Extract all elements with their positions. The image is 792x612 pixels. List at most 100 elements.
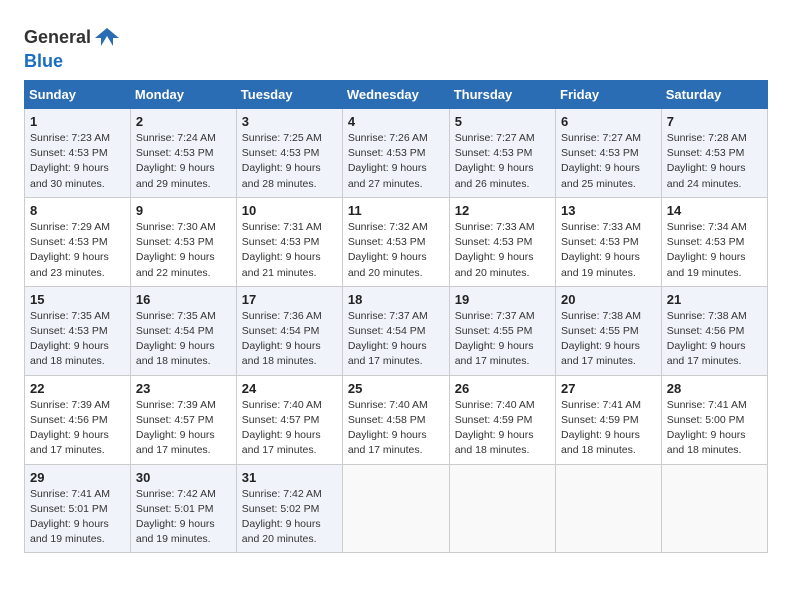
calendar-cell: 9 Sunrise: 7:30 AM Sunset: 4:53 PM Daylig…	[130, 197, 236, 286]
calendar-cell: 21 Sunrise: 7:38 AM Sunset: 4:56 PM Dayli…	[661, 286, 767, 375]
day-number: 4	[348, 114, 444, 129]
day-info: Sunrise: 7:26 AM Sunset: 4:53 PM Dayligh…	[348, 131, 444, 192]
day-number: 22	[30, 381, 125, 396]
calendar-cell	[556, 464, 662, 553]
day-number: 13	[561, 203, 656, 218]
day-number: 11	[348, 203, 444, 218]
calendar-cell	[449, 464, 555, 553]
day-info: Sunrise: 7:42 AM Sunset: 5:01 PM Dayligh…	[136, 487, 231, 548]
day-number: 7	[667, 114, 762, 129]
day-number: 28	[667, 381, 762, 396]
day-number: 27	[561, 381, 656, 396]
day-number: 26	[455, 381, 550, 396]
calendar: SundayMondayTuesdayWednesdayThursdayFrid…	[24, 80, 768, 553]
day-number: 30	[136, 470, 231, 485]
day-number: 1	[30, 114, 125, 129]
day-info: Sunrise: 7:24 AM Sunset: 4:53 PM Dayligh…	[136, 131, 231, 192]
day-number: 8	[30, 203, 125, 218]
day-number: 31	[242, 470, 337, 485]
calendar-cell: 12 Sunrise: 7:33 AM Sunset: 4:53 PM Dayli…	[449, 197, 555, 286]
calendar-cell: 27 Sunrise: 7:41 AM Sunset: 4:59 PM Dayli…	[556, 375, 662, 464]
logo-bird-icon	[93, 24, 121, 52]
calendar-week-row: 8 Sunrise: 7:29 AM Sunset: 4:53 PM Daylig…	[25, 197, 768, 286]
header: General Blue	[24, 20, 768, 72]
day-info: Sunrise: 7:30 AM Sunset: 4:53 PM Dayligh…	[136, 220, 231, 281]
day-info: Sunrise: 7:33 AM Sunset: 4:53 PM Dayligh…	[455, 220, 550, 281]
day-info: Sunrise: 7:31 AM Sunset: 4:53 PM Dayligh…	[242, 220, 337, 281]
calendar-cell: 5Sunrise: 7:27 AM Sunset: 4:53 PM Daylig…	[449, 109, 555, 198]
logo: General Blue	[24, 24, 121, 72]
calendar-header: SundayMondayTuesdayWednesdayThursdayFrid…	[25, 81, 768, 109]
calendar-cell: 20 Sunrise: 7:38 AM Sunset: 4:55 PM Dayli…	[556, 286, 662, 375]
day-number: 9	[136, 203, 231, 218]
day-info: Sunrise: 7:35 AM Sunset: 4:53 PM Dayligh…	[30, 309, 125, 370]
weekday-header-monday: Monday	[130, 81, 236, 109]
calendar-cell: 17 Sunrise: 7:36 AM Sunset: 4:54 PM Dayli…	[236, 286, 342, 375]
day-info: Sunrise: 7:33 AM Sunset: 4:53 PM Dayligh…	[561, 220, 656, 281]
day-info: Sunrise: 7:40 AM Sunset: 4:59 PM Dayligh…	[455, 398, 550, 459]
day-info: Sunrise: 7:23 AM Sunset: 4:53 PM Dayligh…	[30, 131, 125, 192]
day-info: Sunrise: 7:41 AM Sunset: 5:00 PM Dayligh…	[667, 398, 762, 459]
calendar-cell: 14Sunrise: 7:34 AM Sunset: 4:53 PM Dayli…	[661, 197, 767, 286]
calendar-cell: 18Sunrise: 7:37 AM Sunset: 4:54 PM Dayli…	[342, 286, 449, 375]
day-info: Sunrise: 7:38 AM Sunset: 4:55 PM Dayligh…	[561, 309, 656, 370]
day-number: 29	[30, 470, 125, 485]
day-number: 16	[136, 292, 231, 307]
calendar-cell: 16 Sunrise: 7:35 AM Sunset: 4:54 PM Dayli…	[130, 286, 236, 375]
day-number: 2	[136, 114, 231, 129]
day-number: 20	[561, 292, 656, 307]
calendar-week-row: 22 Sunrise: 7:39 AM Sunset: 4:56 PM Dayli…	[25, 375, 768, 464]
calendar-cell: 24Sunrise: 7:40 AM Sunset: 4:57 PM Dayli…	[236, 375, 342, 464]
calendar-cell	[661, 464, 767, 553]
weekday-header-friday: Friday	[556, 81, 662, 109]
day-number: 3	[242, 114, 337, 129]
day-info: Sunrise: 7:32 AM Sunset: 4:53 PM Dayligh…	[348, 220, 444, 281]
day-info: Sunrise: 7:25 AM Sunset: 4:53 PM Dayligh…	[242, 131, 337, 192]
calendar-cell: 19 Sunrise: 7:37 AM Sunset: 4:55 PM Dayli…	[449, 286, 555, 375]
calendar-cell: 11 Sunrise: 7:32 AM Sunset: 4:53 PM Dayli…	[342, 197, 449, 286]
calendar-cell: 29 Sunrise: 7:41 AM Sunset: 5:01 PM Dayli…	[25, 464, 131, 553]
calendar-cell: 8 Sunrise: 7:29 AM Sunset: 4:53 PM Daylig…	[25, 197, 131, 286]
day-number: 15	[30, 292, 125, 307]
day-info: Sunrise: 7:27 AM Sunset: 4:53 PM Dayligh…	[561, 131, 656, 192]
calendar-cell: 23Sunrise: 7:39 AM Sunset: 4:57 PM Dayli…	[130, 375, 236, 464]
weekday-header-sunday: Sunday	[25, 81, 131, 109]
calendar-week-row: 15 Sunrise: 7:35 AM Sunset: 4:53 PM Dayli…	[25, 286, 768, 375]
calendar-week-row: 29 Sunrise: 7:41 AM Sunset: 5:01 PM Dayli…	[25, 464, 768, 553]
day-number: 17	[242, 292, 337, 307]
day-number: 21	[667, 292, 762, 307]
calendar-cell: 25Sunrise: 7:40 AM Sunset: 4:58 PM Dayli…	[342, 375, 449, 464]
day-info: Sunrise: 7:41 AM Sunset: 4:59 PM Dayligh…	[561, 398, 656, 459]
weekday-header-saturday: Saturday	[661, 81, 767, 109]
day-info: Sunrise: 7:37 AM Sunset: 4:54 PM Dayligh…	[348, 309, 444, 370]
day-number: 19	[455, 292, 550, 307]
calendar-cell: 3 Sunrise: 7:25 AM Sunset: 4:53 PM Daylig…	[236, 109, 342, 198]
calendar-cell: 7 Sunrise: 7:28 AM Sunset: 4:53 PM Daylig…	[661, 109, 767, 198]
day-info: Sunrise: 7:28 AM Sunset: 4:53 PM Dayligh…	[667, 131, 762, 192]
day-info: Sunrise: 7:35 AM Sunset: 4:54 PM Dayligh…	[136, 309, 231, 370]
day-number: 12	[455, 203, 550, 218]
calendar-cell: 31Sunrise: 7:42 AM Sunset: 5:02 PM Dayli…	[236, 464, 342, 553]
day-number: 10	[242, 203, 337, 218]
logo-general: General	[24, 28, 91, 48]
day-info: Sunrise: 7:39 AM Sunset: 4:56 PM Dayligh…	[30, 398, 125, 459]
day-number: 14	[667, 203, 762, 218]
day-number: 5	[455, 114, 550, 129]
calendar-cell: 26 Sunrise: 7:40 AM Sunset: 4:59 PM Dayli…	[449, 375, 555, 464]
weekday-header-tuesday: Tuesday	[236, 81, 342, 109]
day-info: Sunrise: 7:38 AM Sunset: 4:56 PM Dayligh…	[667, 309, 762, 370]
calendar-cell: 10 Sunrise: 7:31 AM Sunset: 4:53 PM Dayli…	[236, 197, 342, 286]
calendar-cell: 6 Sunrise: 7:27 AM Sunset: 4:53 PM Daylig…	[556, 109, 662, 198]
day-info: Sunrise: 7:29 AM Sunset: 4:53 PM Dayligh…	[30, 220, 125, 281]
logo-blue: Blue	[24, 51, 63, 71]
calendar-week-row: 1 Sunrise: 7:23 AM Sunset: 4:53 PM Daylig…	[25, 109, 768, 198]
day-number: 6	[561, 114, 656, 129]
day-number: 25	[348, 381, 444, 396]
day-info: Sunrise: 7:41 AM Sunset: 5:01 PM Dayligh…	[30, 487, 125, 548]
day-info: Sunrise: 7:37 AM Sunset: 4:55 PM Dayligh…	[455, 309, 550, 370]
day-info: Sunrise: 7:40 AM Sunset: 4:57 PM Dayligh…	[242, 398, 337, 459]
day-info: Sunrise: 7:36 AM Sunset: 4:54 PM Dayligh…	[242, 309, 337, 370]
calendar-cell	[342, 464, 449, 553]
calendar-cell: 30 Sunrise: 7:42 AM Sunset: 5:01 PM Dayli…	[130, 464, 236, 553]
weekday-header-wednesday: Wednesday	[342, 81, 449, 109]
